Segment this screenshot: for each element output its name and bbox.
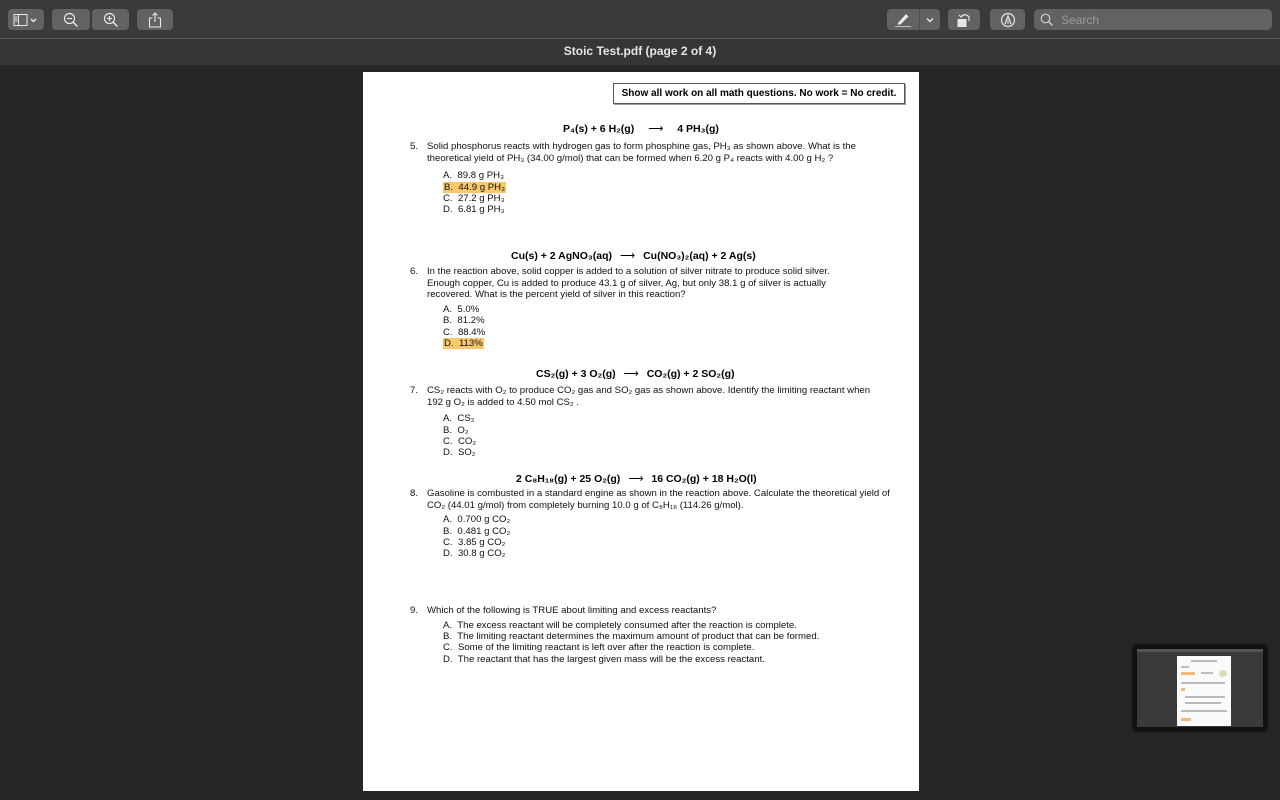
- thumbnail-line: [1191, 660, 1217, 662]
- share-button[interactable]: [137, 9, 173, 30]
- zoom-in-button[interactable]: [92, 9, 129, 30]
- equation-q7: CS₂(g) + 3 O₂(g) ⟶ CO₂(g) + 2 SO₂(g): [536, 368, 734, 380]
- equation-q8-reactants: 2 C₈H₁₈(g) + 25 O₂(g): [516, 473, 621, 485]
- equation-q5-products: 4 PH₃(g): [677, 123, 719, 135]
- answer-option[interactable]: D. 6.81 g PH₃: [443, 204, 897, 215]
- zoom-in-icon: [103, 12, 118, 27]
- zoom-out-icon: [63, 12, 78, 27]
- thumbnail-page: [1177, 656, 1231, 726]
- equation-q6-reactants: Cu(s) + 2 AgNO₃(aq): [511, 250, 613, 262]
- window-title: Stoic Test.pdf (page 2 of 4): [0, 39, 1280, 66]
- equation-q5-reactants: P₄(s) + 6 H₂(g): [563, 123, 635, 135]
- thumbnail-stamp: [1219, 670, 1227, 677]
- answer-option[interactable]: D. SO₂: [443, 447, 872, 458]
- thumbnail-highlight: [1181, 672, 1195, 675]
- answer-options: A. 0.700 g CO₂ B. 0.481 g CO₂ C. 3.85 g …: [443, 514, 907, 560]
- answer-option[interactable]: A. 89.8 g PH₃: [443, 170, 897, 181]
- sidebar-icon: [13, 13, 37, 26]
- answer-option[interactable]: A. 5.0%: [443, 304, 857, 315]
- question-text: Gasoline is combusted in a standard engi…: [427, 488, 890, 511]
- question-7: 7. CS₂ reacts with O₂ to produce CO₂ gas…: [410, 385, 872, 459]
- page-thumbnail-preview[interactable]: [1133, 645, 1267, 731]
- equation-q8-products: 16 CO₂(g) + 18 H₂O(l): [651, 473, 757, 485]
- rotate-button[interactable]: [948, 9, 980, 30]
- answer-options: A. 89.8 g PH₃ B. 44.9 g PH₃ C. 27.2 g PH…: [443, 170, 897, 216]
- answer-option[interactable]: C. Some of the limiting reactant is left…: [443, 642, 897, 653]
- search-input[interactable]: [1059, 11, 1263, 28]
- question-6: 6. In the reaction above, solid copper i…: [410, 266, 857, 349]
- answer-option-highlighted[interactable]: B. 44.9 g PH₃: [443, 181, 897, 193]
- answer-option[interactable]: D. 30.8 g CO₂: [443, 548, 907, 559]
- question-text: In the reaction above, solid copper is a…: [427, 266, 830, 301]
- thumbnail-line: [1181, 682, 1225, 684]
- toolbar: [0, 0, 1280, 39]
- answer-option[interactable]: B. The limiting reactant determines the …: [443, 631, 897, 642]
- equation-q6: Cu(s) + 2 AgNO₃(aq) ⟶ Cu(NO₃)₂(aq) + 2 Ag(…: [511, 250, 756, 262]
- answer-option[interactable]: C. 88.4%: [443, 327, 857, 338]
- answer-options: A. CS₂ B. O₂ C. CO₂ D. SO₂: [443, 413, 872, 459]
- chevron-down-icon: [926, 17, 934, 22]
- answer-option[interactable]: C. CO₂: [443, 436, 872, 447]
- question-text: CS₂ reacts with O₂ to produce CO₂ gas an…: [427, 385, 871, 408]
- instructions-box: Show all work on all math questions. No …: [613, 83, 905, 104]
- annotate-button[interactable]: [990, 9, 1025, 30]
- thumbnail-line: [1185, 702, 1221, 704]
- answer-option[interactable]: B. 81.2%: [443, 315, 857, 326]
- sidebar-toggle-button[interactable]: [8, 9, 44, 30]
- reaction-arrow: ⟶: [620, 250, 636, 262]
- question-number: 7.: [410, 385, 419, 396]
- equation-q7-products: CO₂(g) + 2 SO₂(g): [646, 368, 735, 380]
- thumbnail-line: [1201, 672, 1213, 674]
- question-text: Which of the following is TRUE about lim…: [427, 605, 717, 616]
- equation-q7-reactants: CS₂(g) + 3 O₂(g): [536, 368, 616, 380]
- share-icon: [148, 11, 162, 28]
- reaction-arrow: ⟶: [628, 473, 644, 485]
- equation-q6-products: Cu(NO₃)₂(aq) + 2 Ag(s): [643, 250, 756, 262]
- equation-q8: 2 C₈H₁₈(g) + 25 O₂(g) ⟶ 16 CO₂(g) + 18 H₂O…: [516, 473, 757, 485]
- search-field[interactable]: [1034, 9, 1272, 30]
- answer-option[interactable]: C. 3.85 g CO₂: [443, 537, 907, 548]
- thumbnail-line: [1181, 710, 1227, 712]
- answer-option[interactable]: A. The excess reactant will be completel…: [443, 620, 897, 631]
- thumbnail-line: [1185, 696, 1225, 698]
- answer-option-highlighted[interactable]: D. 113%: [443, 338, 857, 349]
- highlighter-icon: [895, 13, 912, 27]
- question-5: 5. Solid phosphorus reacts with hydrogen…: [410, 141, 897, 216]
- question-number: 8.: [410, 488, 419, 499]
- question-9: 9. Which of the following is TRUE about …: [410, 605, 897, 665]
- equation-q5: P₄(s) + 6 H₂(g) ⟶ 4 PH₃(g): [563, 123, 719, 135]
- search-icon: [1040, 13, 1053, 26]
- answer-options: A. 5.0% B. 81.2% C. 88.4% D. 113%: [443, 304, 857, 350]
- zoom-out-button[interactable]: [52, 9, 90, 30]
- answer-option[interactable]: A. CS₂: [443, 413, 872, 424]
- thumbnail-highlight: [1181, 688, 1185, 691]
- question-number: 5.: [410, 141, 419, 152]
- answer-option[interactable]: B. 0.481 g CO₂: [443, 526, 907, 537]
- thumbnail-window: [1137, 649, 1263, 727]
- pen-circle-icon: [1000, 12, 1015, 27]
- question-number: 6.: [410, 266, 419, 277]
- pdf-page: Show all work on all math questions. No …: [363, 72, 919, 791]
- answer-option[interactable]: C. 27.2 g PH₃: [443, 193, 897, 204]
- answer-option[interactable]: A. 0.700 g CO₂: [443, 514, 907, 525]
- thumbnail-highlight: [1181, 718, 1191, 721]
- question-number: 9.: [410, 605, 419, 616]
- reaction-arrow: ⟶: [648, 123, 664, 135]
- answer-option[interactable]: B. O₂: [443, 425, 872, 436]
- question-text: Solid phosphorus reacts with hydrogen ga…: [427, 141, 856, 164]
- thumbnail-toolbar: [1137, 649, 1263, 652]
- markup-dropdown[interactable]: [920, 9, 940, 30]
- markup-button[interactable]: [887, 9, 940, 30]
- reaction-arrow: ⟶: [623, 368, 639, 380]
- highlighter-button[interactable]: [887, 9, 921, 30]
- question-8: 8. Gasoline is combusted in a standard e…: [410, 488, 907, 560]
- thumbnail-line: [1181, 666, 1189, 668]
- answer-option[interactable]: D. The reactant that has the largest giv…: [443, 654, 897, 665]
- answer-options: A. The excess reactant will be completel…: [443, 620, 897, 666]
- rotate-icon: [957, 13, 970, 27]
